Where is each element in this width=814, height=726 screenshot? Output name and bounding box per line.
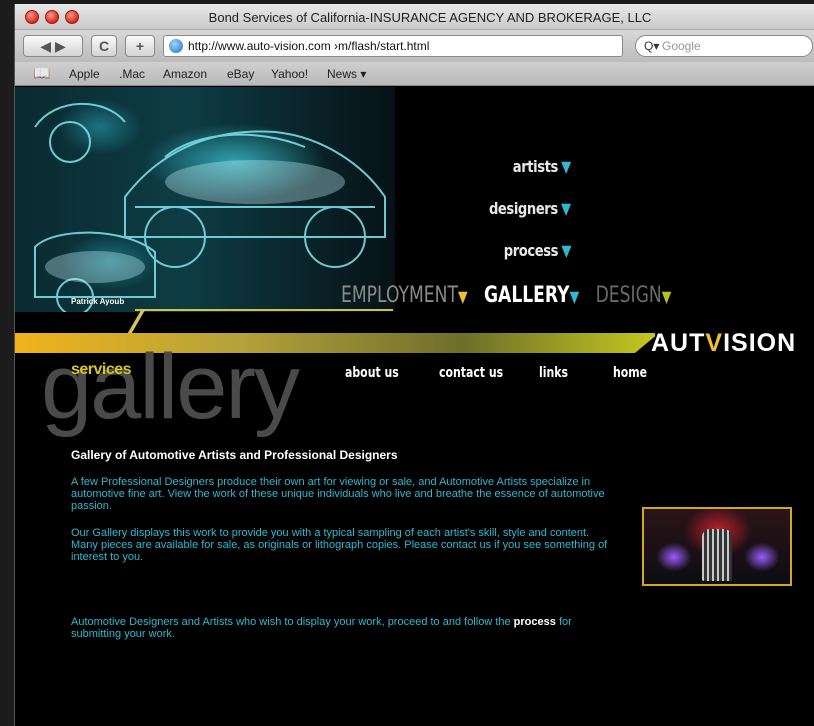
- bookmark-ebay[interactable]: eBay: [227, 67, 254, 81]
- browser-toolbar: ◀ ▶ C + http://www.auto-vision.com ›m/fl…: [15, 30, 814, 62]
- title-bar: Bond Services of California-INSURANCE AG…: [15, 4, 814, 30]
- tab-employment-label: EMPLOYMENT: [341, 283, 458, 308]
- car-grille-graphic: [702, 529, 732, 581]
- tab-gallery-label: GALLERY: [483, 283, 570, 308]
- car-sketch-graphic: [34, 102, 386, 312]
- intro-paragraph: A few Professional Designers produce the…: [71, 476, 605, 512]
- nav-links[interactable]: links: [539, 365, 568, 381]
- hero-car-illustration: Patrick Ayoub: [15, 87, 395, 312]
- nav-artists[interactable]: artists ▼: [513, 157, 571, 176]
- nav-artists-label: artists: [512, 157, 559, 176]
- nav-designers-label: designers: [489, 199, 559, 218]
- nav-home[interactable]: home: [613, 365, 647, 381]
- search-placeholder: Google: [662, 39, 701, 53]
- tab-gallery[interactable]: GALLERY▼: [484, 283, 579, 308]
- tab-design[interactable]: DESIGN▼: [596, 283, 672, 308]
- process-link[interactable]: process: [514, 616, 556, 628]
- section-tabs: EMPLOYMENT▼ GALLERY▼ DESIGN▼: [341, 283, 682, 308]
- bookmark-apple[interactable]: Apple: [69, 67, 100, 81]
- logo-v-mark: V: [705, 329, 724, 357]
- tab-design-label: DESIGN: [595, 283, 662, 308]
- nav-about-us[interactable]: about us: [345, 365, 399, 381]
- close-window-button[interactable]: [25, 10, 39, 24]
- tab-employment[interactable]: EMPLOYMENT▼: [341, 283, 468, 308]
- search-input[interactable]: Q▾ Google: [635, 35, 813, 57]
- submission-paragraph: Automotive Designers and Artists who wis…: [71, 616, 616, 640]
- submission-text-pre: Automotive Designers and Artists who wis…: [71, 616, 511, 628]
- stripe-top-edge: [135, 309, 393, 311]
- reload-button[interactable]: C: [91, 35, 117, 57]
- globe-icon: [169, 39, 183, 53]
- bookmark-amazon[interactable]: Amazon: [163, 67, 207, 81]
- down-triangle-icon: ▼: [561, 241, 571, 260]
- down-triangle-icon: ▼: [561, 199, 571, 218]
- nav-services[interactable]: services: [71, 361, 132, 379]
- autovision-logo[interactable]: AUTVISION: [651, 329, 796, 358]
- nav-designers[interactable]: designers ▼: [489, 199, 571, 218]
- gallery-paragraph: Our Gallery displays this work to provid…: [71, 527, 608, 563]
- bookmark-mac[interactable]: .Mac: [119, 67, 145, 81]
- back-forward-button[interactable]: ◀ ▶: [23, 35, 83, 57]
- search-icon: Q▾: [644, 39, 660, 53]
- book-icon[interactable]: 📖: [33, 65, 50, 82]
- add-bookmark-button[interactable]: +: [125, 35, 155, 57]
- nav-process-label: process: [503, 241, 559, 260]
- down-triangle-icon: ▼: [561, 157, 571, 176]
- minimize-window-button[interactable]: [45, 10, 59, 24]
- page-content: Patrick Ayoub artists ▼ designers ▼ proces…: [15, 87, 814, 726]
- artist-credit: Patrick Ayoub: [71, 297, 125, 306]
- window-title: Bond Services of California-INSURANCE AG…: [208, 10, 652, 25]
- gallery-watermark: gallery: [41, 336, 300, 438]
- address-bar[interactable]: http://www.auto-vision.com ›m/flash/star…: [163, 35, 623, 57]
- zoom-window-button[interactable]: [65, 10, 79, 24]
- down-triangle-icon: ▼: [661, 287, 672, 306]
- nav-contact-us[interactable]: contact us: [439, 365, 503, 381]
- down-triangle-icon: ▼: [569, 287, 580, 306]
- gallery-thumbnail-image[interactable]: [642, 507, 792, 586]
- nav-process[interactable]: process ▼: [503, 241, 572, 260]
- logo-text-post: ISION: [723, 329, 797, 357]
- bookmarks-bar: 📖 Apple .Mac Amazon eBay Yahoo! News ▾: [15, 62, 814, 86]
- logo-text-pre: AUT: [651, 329, 706, 357]
- browser-window: Bond Services of California-INSURANCE AG…: [14, 4, 814, 726]
- down-triangle-icon: ▼: [457, 287, 468, 306]
- bookmark-news[interactable]: News ▾: [327, 67, 366, 81]
- page-heading: Gallery of Automotive Artists and Profes…: [71, 448, 398, 462]
- bookmark-yahoo[interactable]: Yahoo!: [271, 67, 308, 81]
- address-text: http://www.auto-vision.com ›m/flash/star…: [188, 39, 430, 53]
